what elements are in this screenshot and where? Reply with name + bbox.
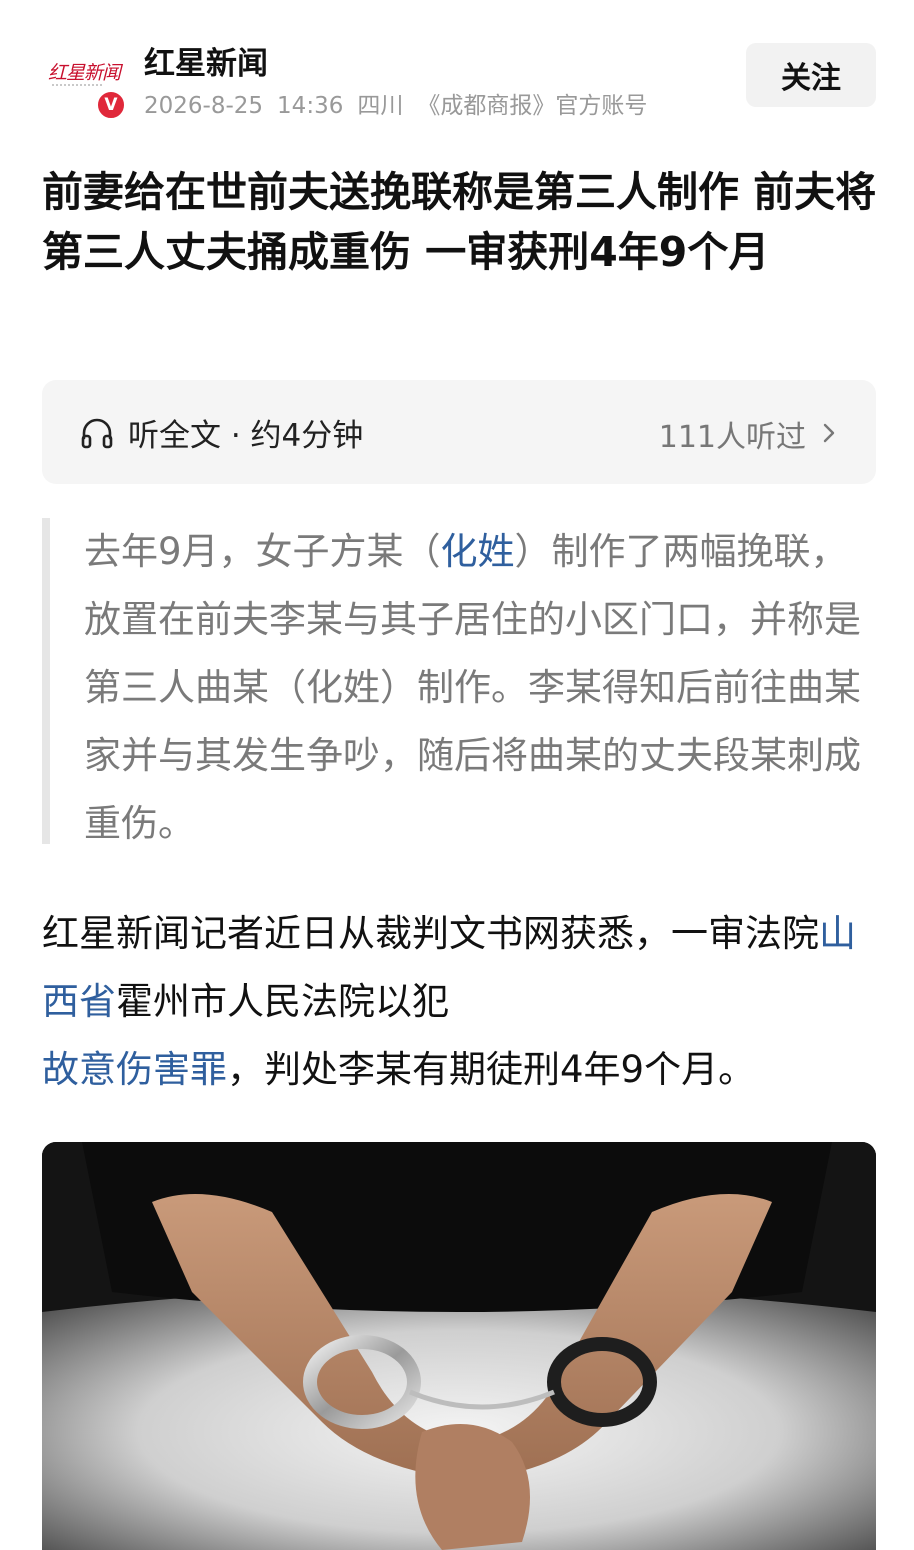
source-avatar[interactable]: 红星新闻 V [40,44,126,120]
listen-label: 听全文 · 约4分钟 [128,418,364,454]
article-title: 前妻给在世前夫送挽联称是第三人制作 前夫将第三人丈夫捅成重伤 一审获刑4年9个月 [42,168,877,276]
source-logo: 红星新闻 [48,62,121,84]
publish-meta: 2026-8-25 14:36 四川 《成都商报》官方账号 [144,86,661,120]
article-photo[interactable] [42,1142,876,1550]
logo-subline [52,84,102,89]
source-name[interactable]: 红星新闻 [144,38,268,83]
body-part-2: 霍州市人民法院以犯 [116,980,449,1023]
headphone-icon [81,418,113,449]
publish-time: 14:36 [277,93,344,119]
verified-badge-icon: V [96,90,126,120]
account-label: 《成都商报》官方账号 [417,93,648,119]
summary-text: 去年9月，女子方某（化姓）制作了两幅挽联，放置在前夫李某与其子居住的小区门口，并… [84,518,874,858]
publish-date: 2026-8-25 [144,93,264,119]
body-part-3: ，判处李某有期徒刑4年9个月。 [227,1048,756,1091]
summary-part-1: 去年9月，女子方某（ [84,530,441,573]
summary-quote: 去年9月，女子方某（化姓）制作了两幅挽联，放置在前夫李某与其子居住的小区门口，并… [42,518,880,845]
summary-link-huaxing[interactable]: 化姓 [441,530,515,573]
body-part-1: 红星新闻记者近日从裁判文书网获悉，一审法院 [42,912,819,955]
article-header: 红星新闻 V 红星新闻 2026-8-25 14:36 四川 《成都商报》官方账号 关… [0,0,914,140]
summary-part-2: ）制作了两幅挽联，放置在前夫李某与其子居住的小区门口，并称是第三人曲某（化姓）制… [84,530,861,845]
publish-region: 四川 [357,93,404,119]
link-intentional-injury[interactable]: 故意伤害罪 [42,1048,227,1091]
listen-count: 111人听过 [658,420,806,455]
article-body-paragraph: 红星新闻记者近日从裁判文书网获悉，一审法院山西省霍州市人民法院以犯 故意伤害罪，判… [42,900,878,1104]
handcuffed-hands-image [42,1142,876,1550]
listen-full-text-bar[interactable]: 听全文 · 约4分钟 111人听过 [42,380,876,484]
chevron-right-icon [823,423,835,443]
follow-button[interactable]: 关注 [746,43,876,107]
